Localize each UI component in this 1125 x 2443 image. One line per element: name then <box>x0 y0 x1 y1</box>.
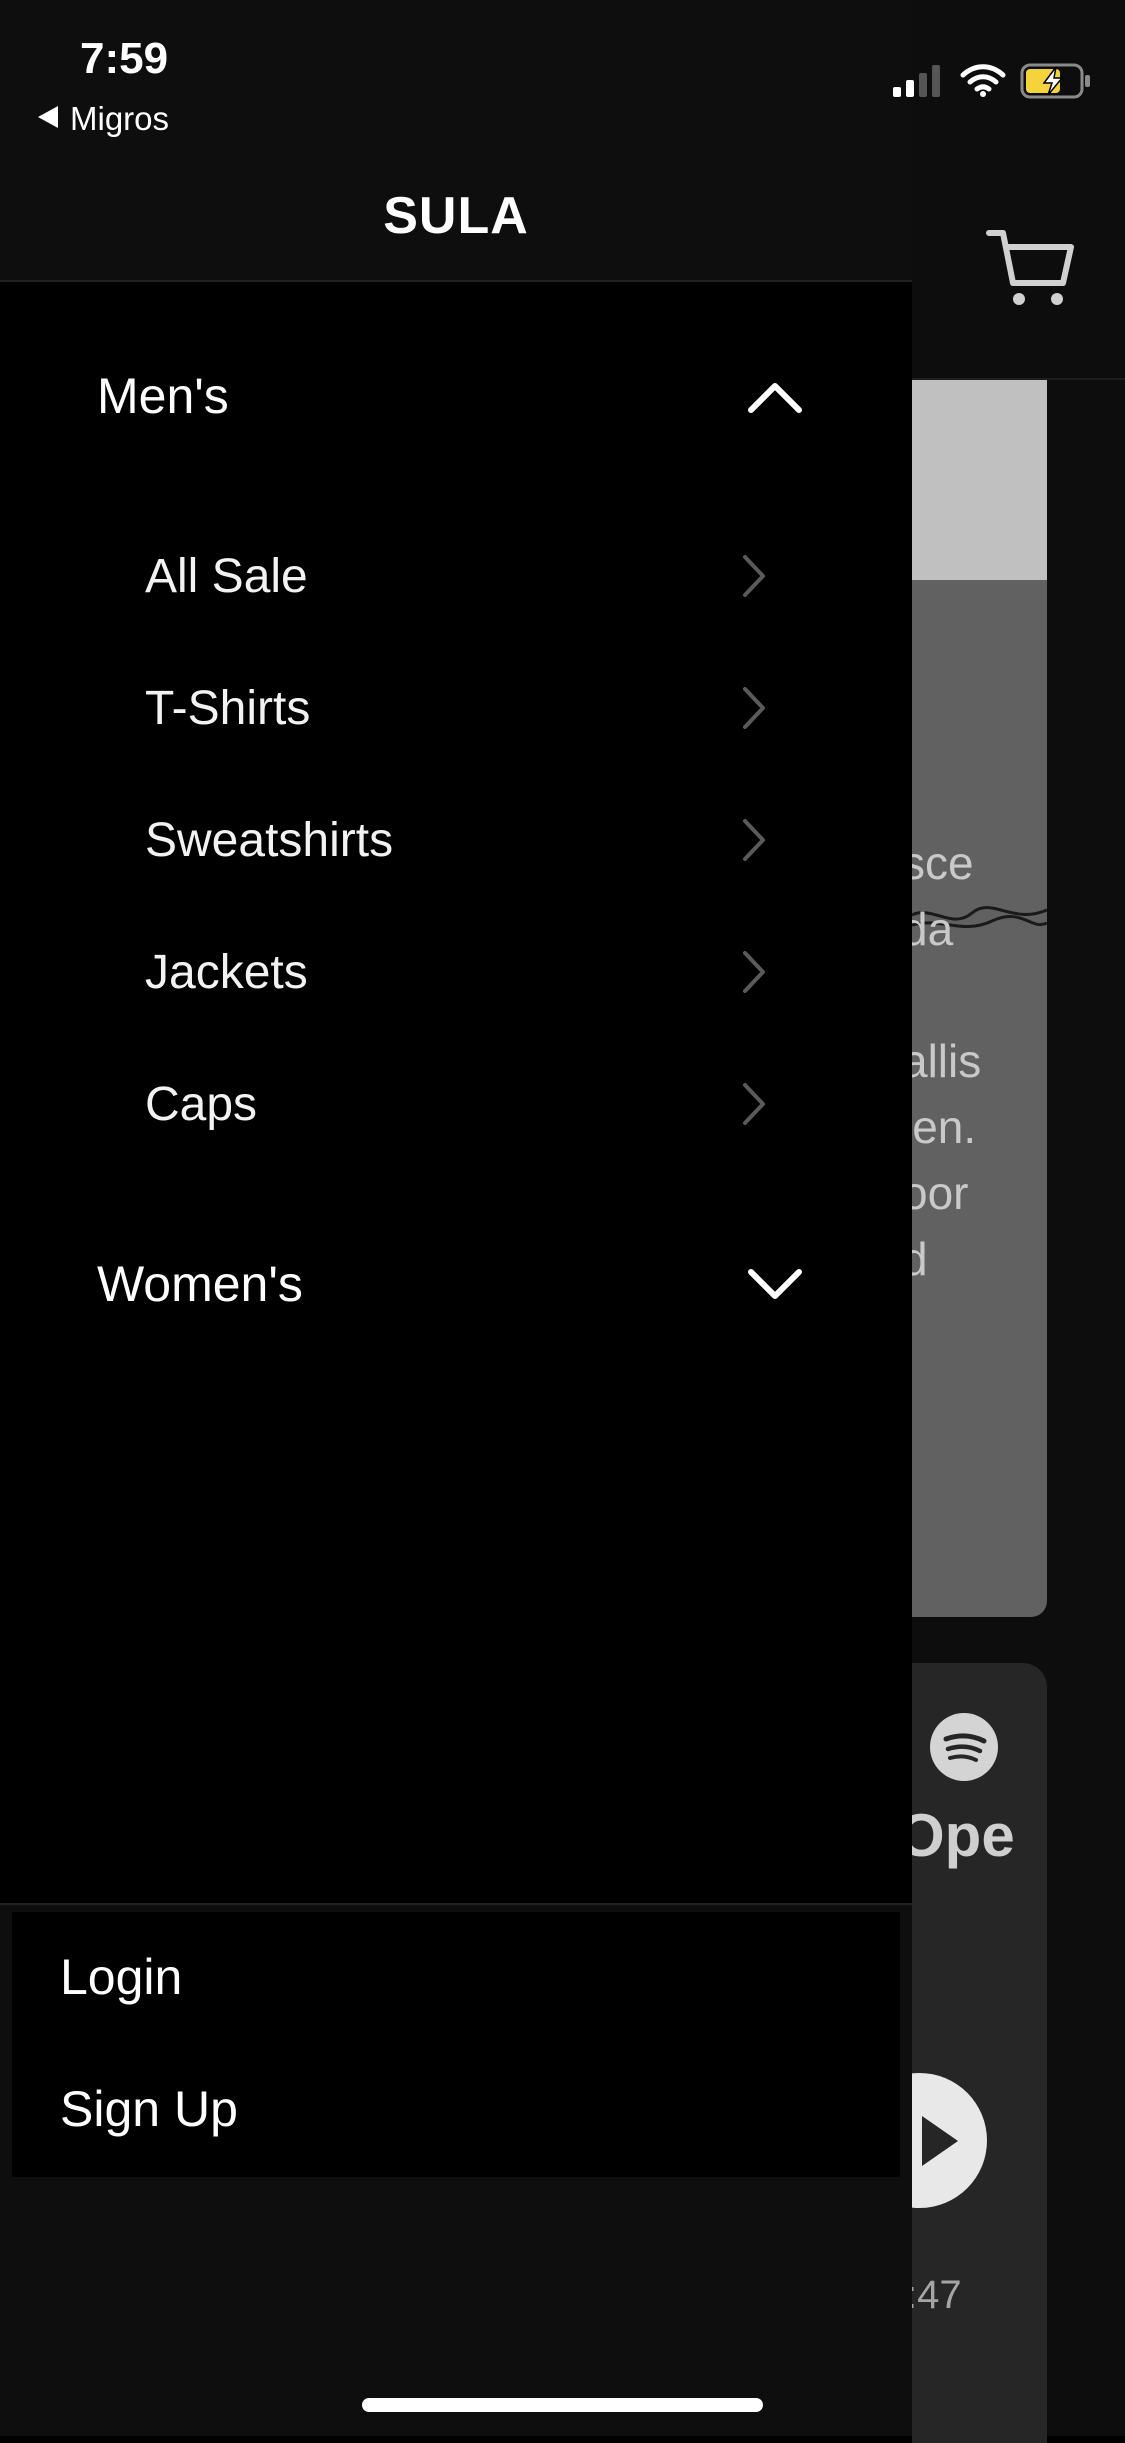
chevron-right-icon <box>743 687 765 729</box>
card-text-line: da <box>912 903 954 955</box>
signup-link[interactable]: Sign Up <box>60 2080 238 2138</box>
category-label: Men's <box>97 368 229 424</box>
wifi-icon <box>960 64 1006 97</box>
back-to-app-link[interactable]: Migros <box>38 100 169 138</box>
home-indicator[interactable] <box>362 2398 763 2412</box>
card-text-line: d <box>912 1233 928 1285</box>
play-icon[interactable] <box>912 2073 987 2208</box>
category-womens[interactable]: Women's <box>0 1234 912 1334</box>
subcategory-all-sale[interactable]: All Sale <box>0 521 912 631</box>
status-time: 7:59 <box>80 34 169 83</box>
back-triangle-icon <box>38 106 58 128</box>
subcategory-label: Caps <box>145 1077 258 1131</box>
subcategory-sweatshirts[interactable]: Sweatshirts <box>0 785 912 895</box>
category-label: Women's <box>97 1256 303 1312</box>
card-text-gap <box>912 962 1047 1028</box>
auth-menu: Login Sign Up <box>12 1912 900 2177</box>
background-article-card[interactable]: sce da allis ien. oor d <box>912 380 1047 1617</box>
back-app-label: Migros <box>70 100 170 137</box>
background-card-text: sce da allis ien. oor d <box>912 830 1047 1292</box>
subcategory-caps[interactable]: Caps <box>0 1049 912 1159</box>
chevron-right-icon <box>743 819 765 861</box>
chevron-down-icon <box>748 1269 802 1299</box>
chevron-right-icon <box>743 951 765 993</box>
card-text-line: allis <box>912 1035 982 1087</box>
chevron-right-icon <box>743 555 765 597</box>
player-title: Ope <box>912 1802 1015 1869</box>
subcategory-label: Sweatshirts <box>145 813 394 867</box>
chevron-up-icon <box>748 383 802 413</box>
subcategory-t-shirts[interactable]: T-Shirts <box>0 653 912 763</box>
chevron-right-icon <box>743 1083 765 1125</box>
battery-charging-icon <box>1020 63 1090 99</box>
card-text-line: ien. <box>912 1101 977 1153</box>
card-text-line: sce <box>912 837 974 889</box>
cart-icon[interactable] <box>985 225 1075 315</box>
login-link[interactable]: Login <box>60 1948 182 2006</box>
background-player-card[interactable]: Ope :47 <box>912 1663 1047 2443</box>
spotify-icon <box>930 1713 998 1781</box>
drawer-title: SULA <box>383 187 529 245</box>
card-text-line: oor <box>912 1167 969 1219</box>
category-mens[interactable]: Men's <box>0 346 912 446</box>
navigation-drawer: SULA Men's All Sale T-Shirts Sweatshirts… <box>0 0 912 2436</box>
subcategory-label: T-Shirts <box>145 681 311 735</box>
subcategory-jackets[interactable]: Jackets <box>0 917 912 1027</box>
player-time: :47 <box>912 2273 962 2317</box>
cellular-signal-icon <box>893 65 940 97</box>
subcategory-label: Jackets <box>145 945 308 999</box>
background-card-image <box>912 380 1047 580</box>
subcategory-label: All Sale <box>145 549 308 603</box>
